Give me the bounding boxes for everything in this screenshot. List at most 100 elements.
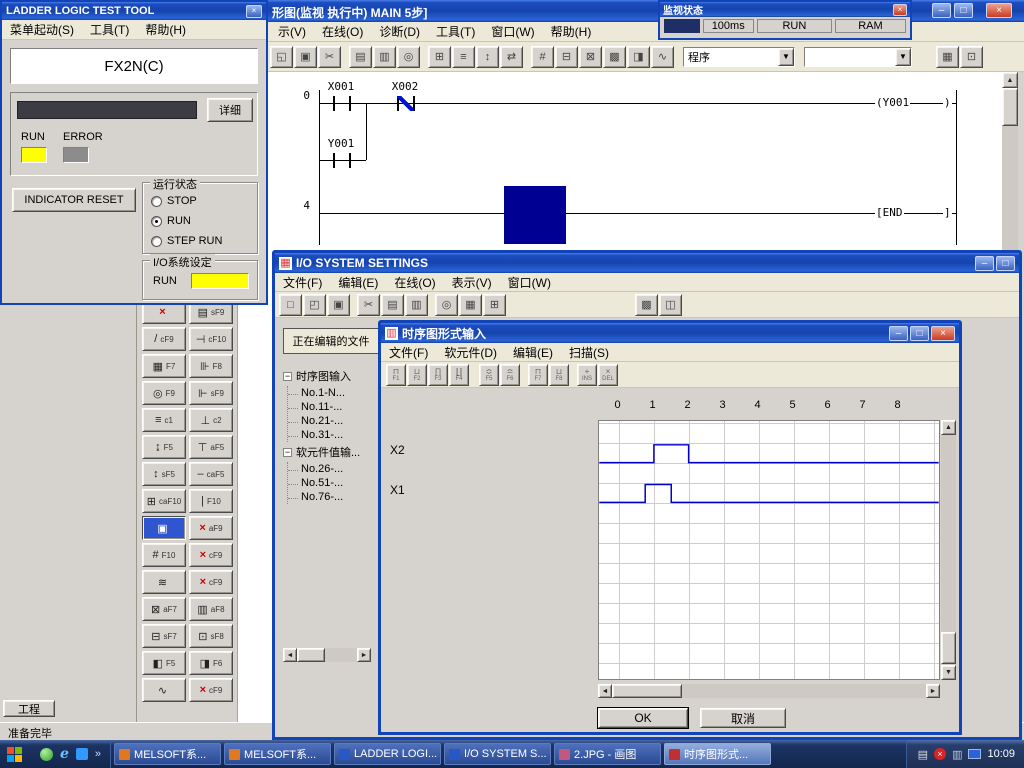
timing-tool-button[interactable]: ∏ F3 <box>428 364 448 386</box>
ladder-tool-button[interactable]: ▥ aF8 <box>189 597 233 621</box>
tree-group[interactable]: − 时序图输入 <box>283 368 393 384</box>
ladder-tool-button[interactable]: ▣ <box>142 516 186 540</box>
collapse-icon[interactable]: − <box>283 448 292 457</box>
timing-chart-grid[interactable] <box>598 420 940 680</box>
ladder-tool-button[interactable]: × aF9 <box>189 516 233 540</box>
taskbar-item[interactable]: MELSOFT系... <box>114 743 221 765</box>
ladder-tool-button[interactable]: ⊞ caF10 <box>142 489 186 513</box>
output-coil[interactable]: (Y001 <box>875 96 910 109</box>
ladder-tool-button[interactable]: – caF5 <box>189 462 233 486</box>
timing-tool-button[interactable]: ≎ F5 <box>479 364 499 386</box>
toolbar-button[interactable]: ▤ <box>349 46 372 68</box>
taskbar-item[interactable]: LADDER LOGI... <box>334 743 441 765</box>
maximize-button[interactable]: □ <box>996 256 1015 271</box>
ladder-tool-button[interactable]: ≡ c1 <box>142 408 186 432</box>
menu-item[interactable]: 窗口(W) <box>483 21 542 42</box>
scroll-thumb[interactable] <box>941 632 956 664</box>
quicklaunch-app-icon[interactable] <box>76 748 88 760</box>
taskbar-item[interactable]: I/O SYSTEM S... <box>444 743 551 765</box>
ladder-tool-button[interactable]: ▦ F7 <box>142 354 186 378</box>
ime-icon[interactable]: ▤ <box>918 748 928 761</box>
chevron-down-icon[interactable]: ▼ <box>895 48 911 66</box>
timing-tool-button[interactable]: ⊔ F8 <box>549 364 569 386</box>
toolbar-button[interactable]: ✂ <box>318 46 341 68</box>
menu-item[interactable]: 编辑(E) <box>330 272 386 293</box>
menu-item[interactable]: 软元件(D) <box>436 342 505 363</box>
ladder-tool-button[interactable]: × cF9 <box>189 678 233 702</box>
menu-item[interactable]: 在线(O) <box>386 272 443 293</box>
ladder-tool-button[interactable]: ⊥ c2 <box>189 408 233 432</box>
close-button[interactable]: × <box>986 3 1012 18</box>
menu-item[interactable]: 编辑(E) <box>505 342 561 363</box>
ladder-tool-button[interactable]: ⊤ aF5 <box>189 435 233 459</box>
start-button[interactable] <box>0 747 31 762</box>
toolbar-button[interactable]: ▩ <box>603 46 626 68</box>
io-titlebar[interactable]: ▦ I/O SYSTEM SETTINGS – □ <box>275 253 1019 273</box>
toolbar-button[interactable]: ∿ <box>651 46 674 68</box>
ladder-tool-button[interactable]: ◧ F5 <box>142 651 186 675</box>
project-tab[interactable]: 工程 <box>3 700 55 717</box>
radio-step-run[interactable]: STEP RUN <box>151 235 222 247</box>
ladder-tool-button[interactable]: ⊟ sF7 <box>142 624 186 648</box>
menu-item[interactable]: 扫描(S) <box>561 342 617 363</box>
detail-button[interactable]: 详细 <box>207 98 253 122</box>
menu-item[interactable]: 工具(T) <box>82 19 137 40</box>
menu-item[interactable]: 菜单起动(S) <box>2 19 82 40</box>
collapse-icon[interactable]: − <box>283 372 292 381</box>
minimize-button[interactable]: – <box>889 326 908 341</box>
ladder-tool-button[interactable]: ⊠ aF7 <box>142 597 186 621</box>
monitor-titlebar[interactable]: 监视状态 × <box>660 2 910 17</box>
menu-item[interactable]: 在线(O) <box>314 21 371 42</box>
signal-label[interactable]: X1 <box>390 483 405 497</box>
scroll-right-icon[interactable]: ► <box>926 684 940 698</box>
scroll-thumb[interactable] <box>297 648 325 662</box>
secondary-select[interactable]: ▼ <box>804 47 912 67</box>
ladder-tool-button[interactable]: ◨ F6 <box>189 651 233 675</box>
signal-label[interactable]: X2 <box>390 443 405 457</box>
chart-hscrollbar[interactable]: ◄ ► <box>598 684 940 698</box>
ladder-tool-button[interactable]: ↕ sF5 <box>142 462 186 486</box>
scroll-left-icon[interactable]: ◄ <box>598 684 612 698</box>
ladder-tool-button[interactable]: ∿ <box>142 678 186 702</box>
menu-item[interactable]: 表示(V) <box>444 272 500 293</box>
ladder-tool-button[interactable]: ⊪ F8 <box>189 354 233 378</box>
timing-tool-button[interactable]: ⊔ F2 <box>407 364 427 386</box>
tree-group[interactable]: − 软元件值输... <box>283 444 393 460</box>
ladder-tool-button[interactable]: ↨ F5 <box>142 435 186 459</box>
test-tool-titlebar[interactable]: LADDER LOGIC TEST TOOL × <box>2 2 266 20</box>
toolbar-button[interactable]: ▥ <box>405 294 428 316</box>
toolbar-button[interactable]: ≡ <box>452 46 475 68</box>
toolbar-button[interactable]: ⊠ <box>579 46 602 68</box>
ladder-tool-button[interactable]: ⊩ sF9 <box>189 381 233 405</box>
scroll-thumb[interactable] <box>612 684 682 698</box>
close-button[interactable]: × <box>893 4 907 16</box>
radio-run[interactable]: RUN <box>151 215 191 227</box>
timing-tool-button[interactable]: × DEL <box>598 364 618 386</box>
toolbar-button[interactable]: ▣ <box>294 46 317 68</box>
close-button[interactable]: × <box>931 326 955 341</box>
menu-item[interactable]: 窗口(W) <box>500 272 559 293</box>
toolbar-button[interactable]: ✂ <box>357 294 380 316</box>
quicklaunch-app-icon[interactable] <box>40 748 53 761</box>
timing-titlebar[interactable]: ▥ 时序图形式输入 – □ × <box>381 323 959 343</box>
maximize-button[interactable]: □ <box>910 326 929 341</box>
internet-explorer-icon[interactable]: e <box>60 746 69 762</box>
scroll-down-icon[interactable]: ▼ <box>941 665 956 680</box>
ladder-tool-button[interactable]: × cF9 <box>189 570 233 594</box>
ladder-tool-button[interactable]: ⊡ sF8 <box>189 624 233 648</box>
clock[interactable]: 10:09 <box>987 748 1015 760</box>
toolbar-button[interactable]: ⇄ <box>500 46 523 68</box>
toolbar-button[interactable]: ▣ <box>327 294 350 316</box>
toolbar-button[interactable]: ↕ <box>476 46 499 68</box>
scroll-up-icon[interactable]: ▲ <box>941 420 956 435</box>
toolbar-button[interactable]: ⊡ <box>960 46 983 68</box>
chart-vscrollbar[interactable]: ▲ ▼ <box>941 420 956 680</box>
toolbar-button[interactable]: □ <box>279 294 302 316</box>
toolbar-button[interactable]: # <box>531 46 554 68</box>
contact-label[interactable]: X001 <box>323 80 359 93</box>
menu-item[interactable]: 诊断(D) <box>371 21 428 42</box>
toolbar-button[interactable]: ◱ <box>270 46 293 68</box>
radio-stop[interactable]: STOP <box>151 195 197 207</box>
ladder-tool-button[interactable]: × cF9 <box>189 543 233 567</box>
timing-tool-button[interactable]: ⊓ F1 <box>386 364 406 386</box>
